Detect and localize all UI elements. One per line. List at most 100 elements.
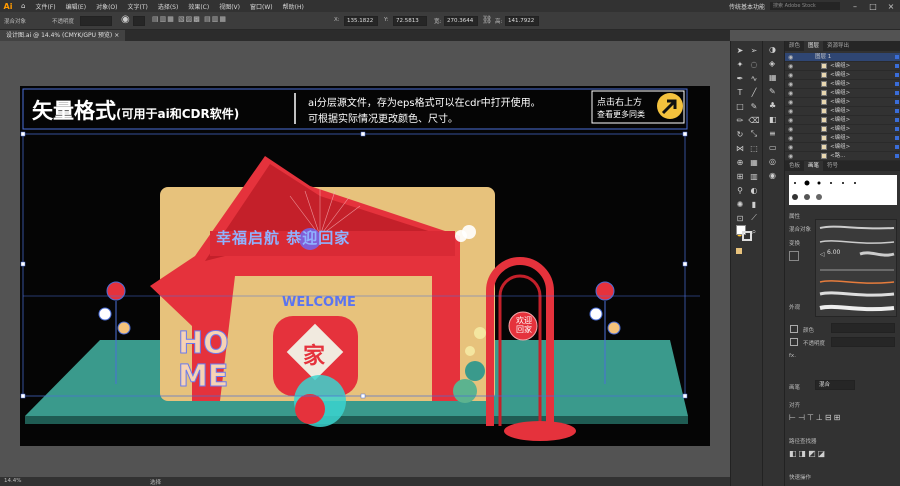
- layer-row[interactable]: ◉ <编组>: [785, 71, 900, 80]
- graph-tool-icon[interactable]: ▮: [748, 198, 760, 210]
- selection-tool-icon[interactable]: ➤: [734, 44, 746, 56]
- layer-row[interactable]: ◉ <编组>: [785, 80, 900, 89]
- visibility-eye-icon[interactable]: ◉: [788, 89, 793, 98]
- menu-item[interactable]: 视图(V): [214, 2, 245, 11]
- close-icon[interactable]: ×: [882, 2, 900, 11]
- visibility-eye-icon[interactable]: ◉: [788, 152, 793, 161]
- layer-row[interactable]: ◉ <编组>: [785, 143, 900, 152]
- graphic-styles-icon[interactable]: ◧: [769, 115, 777, 124]
- workspace-switcher[interactable]: 传统基本功能: [724, 2, 770, 11]
- visibility-eye-icon[interactable]: ◉: [788, 53, 793, 62]
- visibility-eye-icon[interactable]: ◉: [788, 125, 793, 134]
- slice-tool-icon[interactable]: ⟋: [748, 212, 760, 224]
- visibility-eye-icon[interactable]: ◉: [788, 143, 793, 152]
- width-tool-icon[interactable]: ⋈: [734, 142, 746, 154]
- mesh-tool-icon[interactable]: ⊞: [734, 170, 746, 182]
- recolor-icon[interactable]: ◉: [121, 14, 130, 25]
- menu-item[interactable]: 文件(F): [30, 2, 60, 11]
- layer-selection-indicator[interactable]: [895, 136, 899, 140]
- layer-selection-indicator[interactable]: [895, 82, 899, 86]
- link-icon[interactable]: ⛓: [482, 15, 492, 24]
- visibility-eye-icon[interactable]: ◉: [788, 71, 793, 80]
- free-transform-icon[interactable]: ⬚: [748, 142, 760, 154]
- height-field[interactable]: 141.7922: [505, 16, 539, 26]
- color-guide-icon[interactable]: ◈: [769, 59, 775, 68]
- layer-selection-indicator[interactable]: [895, 154, 899, 158]
- brush-tab[interactable]: 色板: [785, 161, 804, 171]
- document-tab[interactable]: 设计图.ai @ 14.4% (CMYK/GPU 预览) ×: [0, 30, 126, 41]
- menu-item[interactable]: 选择(S): [153, 2, 184, 11]
- blend-mode-select[interactable]: 混合: [815, 380, 855, 390]
- layer-selection-indicator[interactable]: [895, 64, 899, 68]
- layers-tab[interactable]: 图层: [804, 41, 824, 51]
- layer-row[interactable]: ◉ <编组>: [785, 134, 900, 143]
- visibility-eye-icon[interactable]: ◉: [788, 134, 793, 143]
- stock-search-input[interactable]: 搜索 Adobe Stock: [770, 2, 840, 10]
- canvas-area[interactable]: 矢量格式(可用于ai和CDR软件) ai分层源文件，存为eps格式可以在cdr中…: [0, 41, 730, 477]
- layers-tab[interactable]: 颜色: [785, 41, 804, 51]
- menu-item[interactable]: 帮助(H): [278, 2, 309, 11]
- visibility-eye-icon[interactable]: ◉: [788, 116, 793, 125]
- menu-item[interactable]: 编辑(E): [61, 2, 91, 11]
- perspective-grid-icon[interactable]: ▦: [748, 156, 760, 168]
- type-tool-icon[interactable]: T: [734, 86, 746, 98]
- stroke-icon[interactable]: ≡: [769, 129, 776, 138]
- layer-selection-indicator[interactable]: [895, 109, 899, 113]
- default-color-icon[interactable]: [736, 248, 742, 254]
- layers-tab[interactable]: 资源导出: [823, 41, 853, 51]
- brush-tip-grid[interactable]: [789, 175, 897, 205]
- zoom-level[interactable]: 14.4%: [4, 478, 21, 484]
- layer-selection-indicator[interactable]: [895, 55, 899, 59]
- pen-tool-icon[interactable]: ✒: [734, 72, 746, 84]
- pathfinder-buttons-icon[interactable]: ◧◨◩◪: [789, 449, 827, 458]
- artboard-tool-icon[interactable]: ⊡: [734, 212, 746, 224]
- appearance-icon[interactable]: ◉: [769, 171, 776, 180]
- align-buttons-icon[interactable]: ⊢⊣⊤⊥⊟⊞: [789, 413, 842, 422]
- y-field[interactable]: 72.5813: [393, 16, 427, 26]
- layer-row[interactable]: ◉ <编组>: [785, 62, 900, 71]
- layer-row[interactable]: ◉ <编组>: [785, 125, 900, 134]
- magic-wand-icon[interactable]: ✦: [734, 58, 746, 70]
- lasso-icon[interactable]: ◌: [748, 58, 760, 70]
- line-tool-icon[interactable]: ╱: [748, 86, 760, 98]
- visibility-eye-icon[interactable]: ◉: [788, 80, 793, 89]
- layer-selection-indicator[interactable]: [895, 145, 899, 149]
- layer-selection-indicator[interactable]: [895, 91, 899, 95]
- gradient-icon[interactable]: ▭: [769, 143, 777, 152]
- visibility-eye-icon[interactable]: ◉: [788, 107, 793, 116]
- opacity-field[interactable]: [80, 16, 112, 26]
- x-field[interactable]: 135.1822: [344, 16, 378, 26]
- layer-selection-indicator[interactable]: [895, 73, 899, 77]
- layer-row[interactable]: ◉ <编组>: [785, 98, 900, 107]
- symbols-icon[interactable]: ♣: [769, 101, 776, 110]
- opacity-prop-field[interactable]: [831, 337, 895, 347]
- close-tab-icon[interactable]: ×: [114, 32, 119, 39]
- fill-checkbox[interactable]: [790, 325, 798, 333]
- menu-item[interactable]: 对象(O): [91, 2, 122, 11]
- layer-selection-indicator[interactable]: [895, 118, 899, 122]
- opacity-checkbox[interactable]: [790, 338, 798, 346]
- direct-selection-tool-icon[interactable]: ➢: [748, 44, 760, 56]
- minimize-icon[interactable]: –: [846, 2, 864, 11]
- layer-row[interactable]: ◉ <编组>: [785, 89, 900, 98]
- layer-row[interactable]: ◉ <路...: [785, 152, 900, 161]
- menu-item[interactable]: 文字(T): [122, 2, 152, 11]
- align-icons[interactable]: ▤▥▦ ▧▨▩ ▤▥▦: [152, 15, 227, 23]
- layer-selection-indicator[interactable]: [895, 127, 899, 131]
- eyedropper-icon[interactable]: ⚲: [734, 184, 746, 196]
- artboard[interactable]: 矢量格式(可用于ai和CDR软件) ai分层源文件，存为eps格式可以在cdr中…: [20, 86, 710, 446]
- brush-tab[interactable]: 画笔: [804, 161, 824, 171]
- menu-item[interactable]: 窗口(W): [245, 2, 278, 11]
- paintbrush-icon[interactable]: ✎: [748, 100, 760, 112]
- visibility-eye-icon[interactable]: ◉: [788, 98, 793, 107]
- pencil-icon[interactable]: ✏: [734, 114, 746, 126]
- rotate-tool-icon[interactable]: ↻: [734, 128, 746, 140]
- brushes-icon[interactable]: ✎: [769, 87, 776, 96]
- eraser-icon[interactable]: ⌫: [748, 114, 760, 126]
- curvature-tool-icon[interactable]: ∿: [748, 72, 760, 84]
- reference-point-icon[interactable]: [789, 251, 799, 261]
- width-field[interactable]: 270.3644: [444, 16, 478, 26]
- color-panel-icon[interactable]: ◑: [769, 45, 776, 54]
- home-icon[interactable]: ⌂: [16, 2, 30, 10]
- blend-tool-icon[interactable]: ◐: [748, 184, 760, 196]
